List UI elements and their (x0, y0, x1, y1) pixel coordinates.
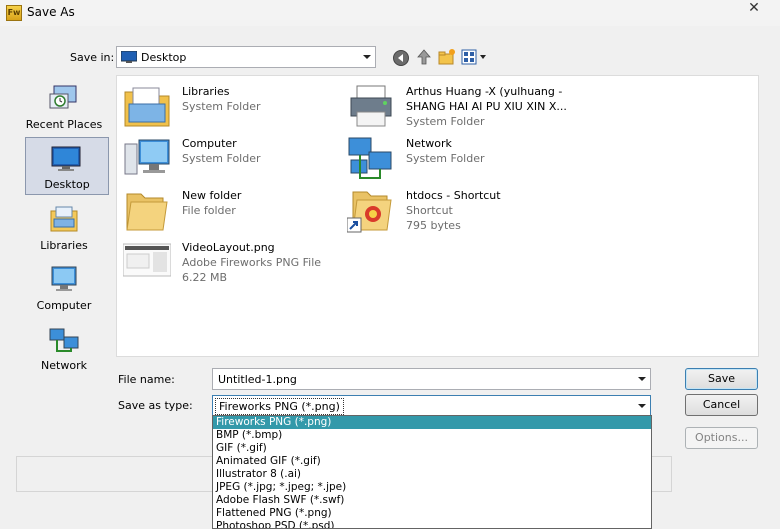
file-name-line2: SHANG HAI AI PU XIU XIN X... (406, 100, 567, 113)
save-as-type-select[interactable]: Fireworks PNG (*.png) (212, 395, 651, 417)
place-label: Desktop (44, 178, 90, 191)
dropdown-option[interactable]: Photoshop PSD (*.psd) (213, 520, 651, 528)
file-item-videolayout[interactable]: VideoLayout.png Adobe Fireworks PNG File… (123, 238, 383, 286)
place-label: Libraries (40, 239, 88, 252)
place-label: Recent Places (25, 118, 103, 131)
chevron-down-icon (638, 404, 646, 408)
place-network[interactable]: Network (18, 319, 110, 377)
network-icon (49, 328, 79, 352)
dropdown-option[interactable]: Animated GIF (*.gif) (213, 455, 651, 468)
file-type: System Folder (406, 152, 485, 165)
file-name: htdocs - Shortcut (406, 189, 501, 202)
file-size: 6.22 MB (182, 271, 228, 284)
place-recent-places[interactable]: Recent Places (18, 78, 110, 136)
place-libraries[interactable]: Libraries (18, 199, 110, 257)
file-type: System Folder (182, 100, 261, 113)
shortcut-folder-icon (347, 191, 392, 233)
computer-icon (51, 266, 77, 291)
save-button[interactable]: Save (685, 368, 758, 390)
file-item-computer[interactable]: Computer System Folder (123, 134, 343, 182)
file-size: 795 bytes (406, 219, 461, 232)
dropdown-option[interactable]: Fireworks PNG (*.png) (213, 416, 651, 429)
dropdown-option[interactable]: BMP (*.bmp) (213, 429, 651, 442)
file-name: Computer (182, 137, 237, 150)
file-name: Libraries (182, 85, 230, 98)
recent-places-icon (49, 85, 77, 109)
place-label: Computer (36, 299, 92, 312)
fireworks-app-icon: Fw (6, 5, 22, 21)
save-in-combo[interactable]: Desktop (116, 46, 376, 68)
place-label: Network (41, 359, 87, 372)
file-name: Network (406, 137, 452, 150)
place-computer[interactable]: Computer (18, 259, 110, 317)
printer-icon (350, 85, 392, 127)
libraries-icon (50, 206, 78, 232)
file-name-label: File name: (118, 373, 175, 386)
file-name-value: Untitled-1.png (218, 373, 297, 386)
places-bar: Recent Places Desktop Libraries Computer (16, 75, 112, 375)
folder-icon (126, 193, 168, 231)
file-name: Arthus Huang -X (yulhuang - (406, 85, 563, 98)
save-in-label: Save in: (70, 51, 115, 64)
file-type: Adobe Fireworks PNG File (182, 256, 322, 269)
file-name-input[interactable]: Untitled-1.png (212, 368, 651, 390)
file-item-libraries[interactable]: Libraries System Folder (123, 82, 343, 130)
network-icon (348, 137, 392, 179)
save-as-type-dropdown[interactable]: Fireworks PNG (*.png) BMP (*.bmp) GIF (*… (212, 415, 652, 529)
file-type: File folder (182, 204, 236, 217)
save-as-type-value: Fireworks PNG (*.png) (215, 398, 344, 415)
up-folder-icon[interactable] (415, 48, 433, 66)
computer-icon (124, 139, 170, 175)
dropdown-option[interactable]: JPEG (*.jpg; *.jpeg; *.jpe) (213, 481, 651, 494)
file-type: System Folder (406, 115, 485, 128)
desktop-icon (51, 146, 81, 171)
file-list[interactable]: Libraries System Folder Arthus Huang -X … (116, 75, 759, 357)
desktop-small-icon (121, 51, 137, 63)
file-name: New folder (182, 189, 242, 202)
back-icon[interactable] (392, 49, 410, 67)
window-title: Save As (27, 5, 75, 19)
dropdown-option[interactable]: GIF (*.gif) (213, 442, 651, 455)
place-desktop[interactable]: Desktop (25, 137, 109, 195)
save-in-value: Desktop (141, 51, 187, 64)
cancel-button[interactable]: Cancel (685, 394, 758, 416)
dropdown-option[interactable]: Illustrator 8 (.ai) (213, 468, 651, 481)
file-type: Shortcut (406, 204, 453, 217)
file-item-printer[interactable]: Arthus Huang -X (yulhuang - SHANG HAI AI… (347, 82, 757, 130)
new-folder-icon[interactable] (438, 48, 456, 66)
png-thumbnail-icon (123, 243, 171, 277)
file-item-htdocs-shortcut[interactable]: htdocs - Shortcut Shortcut 795 bytes (347, 186, 647, 234)
save-as-type-label: Save as type: (118, 399, 193, 412)
file-item-new-folder[interactable]: New folder File folder (123, 186, 343, 234)
file-type: System Folder (182, 152, 261, 165)
file-item-network[interactable]: Network System Folder (347, 134, 647, 182)
libraries-folder-icon (124, 87, 170, 127)
title-bar: Fw Save As ✕ (0, 0, 780, 26)
dropdown-option[interactable]: Adobe Flash SWF (*.swf) (213, 494, 651, 507)
close-button[interactable]: ✕ (744, 0, 764, 18)
chevron-down-icon (363, 55, 371, 59)
dropdown-option[interactable]: Flattened PNG (*.png) (213, 507, 651, 520)
chevron-down-icon (638, 377, 646, 381)
view-menu-icon[interactable] (461, 48, 489, 66)
file-name: VideoLayout.png (182, 241, 275, 254)
options-button[interactable]: Options... (685, 427, 758, 449)
